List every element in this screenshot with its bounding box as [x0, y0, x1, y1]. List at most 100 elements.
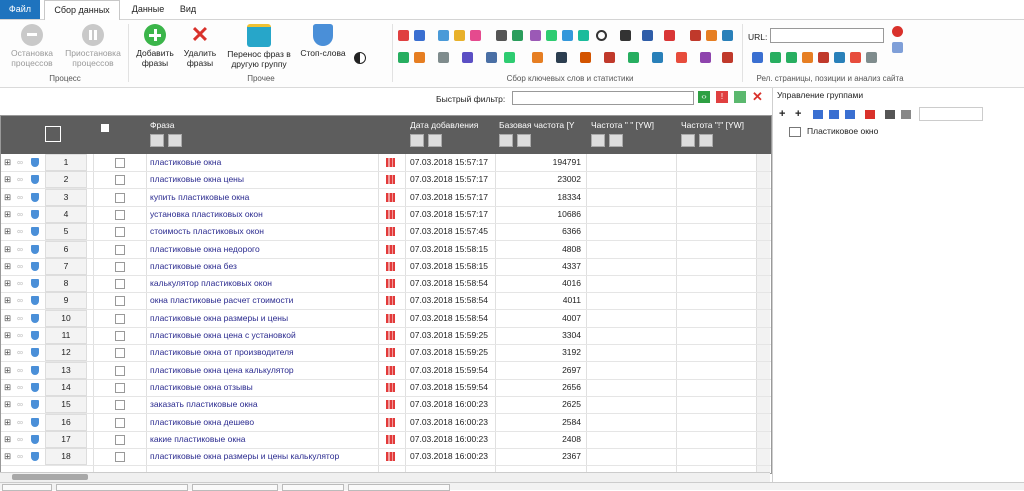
- site-green2-icon[interactable]: [786, 52, 797, 63]
- expand-icon[interactable]: ⊞: [4, 154, 11, 171]
- row-checkbox[interactable]: [115, 331, 125, 341]
- table-row[interactable]: ⊞ ∞ 13 пластиковые окна цена калькулятор 07.…: [1, 361, 771, 380]
- table-row[interactable]: ⊞ ∞ 16 пластиковые окна дешево 07.03.2018 16…: [1, 413, 771, 432]
- phrase-filter-icon[interactable]: [150, 134, 164, 147]
- stop-processes-button[interactable]: Остановка процессов: [4, 24, 60, 68]
- sort-az-icon[interactable]: [813, 110, 823, 119]
- chart-blue-icon[interactable]: [414, 30, 425, 41]
- row-checkbox[interactable]: [115, 382, 125, 393]
- expand-icon[interactable]: ⊞: [4, 275, 11, 292]
- table-row[interactable]: ⊞ ∞ 3 купить пластиковые окна 07.03.2018 15:…: [1, 188, 771, 207]
- expand-icon[interactable]: ⊞: [4, 241, 11, 258]
- row-checkbox[interactable]: [115, 365, 125, 376]
- excl-filter-icon[interactable]: [681, 134, 695, 147]
- table-row[interactable]: ⊞ ∞ 11 пластиковые окна цена с установкой 07…: [1, 327, 771, 345]
- filter-settings-icon[interactable]: [734, 91, 746, 103]
- table-row[interactable]: ⊞ ∞ 10 пластиковые окна размеры и цены 07.03…: [1, 309, 771, 328]
- phrase-cell[interactable]: пластиковые окна без: [150, 258, 375, 275]
- chart-icon[interactable]: [386, 244, 395, 254]
- chart-icon[interactable]: [386, 209, 395, 219]
- phrase-cell[interactable]: пластиковые окна размеры и цены калькуля…: [150, 448, 375, 465]
- expand-icon[interactable]: ⊞: [4, 448, 11, 465]
- table-row[interactable]: ⊞ ∞ 1 пластиковые окна 07.03.2018 15:57:17 19…: [1, 154, 771, 172]
- li-icon[interactable]: [496, 30, 507, 41]
- g-icon[interactable]: [486, 52, 497, 63]
- expand-icon[interactable]: ⊞: [4, 223, 11, 240]
- row-checkbox[interactable]: [115, 279, 125, 290]
- table-row[interactable]: ⊞ ∞ 17 какие пластиковые окна 07.03.2018 16:…: [1, 430, 771, 449]
- green-icon[interactable]: [546, 30, 557, 41]
- leaf-icon[interactable]: [504, 52, 515, 63]
- link-icon[interactable]: ∞: [17, 154, 23, 171]
- link-icon[interactable]: ∞: [17, 275, 23, 292]
- link-icon[interactable]: ∞: [17, 362, 23, 379]
- table-row[interactable]: ⊞ ∞ 7 пластиковые окна без 07.03.2018 15:58:…: [1, 257, 771, 276]
- link-icon[interactable]: ∞: [17, 448, 23, 465]
- chart-icon[interactable]: [386, 227, 395, 237]
- phrase-cell[interactable]: калькулятор пластиковых окон: [150, 275, 375, 292]
- expand-icon[interactable]: ⊞: [4, 431, 11, 448]
- chart-icon[interactable]: [386, 382, 395, 392]
- table-row[interactable]: ⊞ ∞ 4 установка пластиковых окон 07.03.2018 …: [1, 205, 771, 224]
- tree-icon[interactable]: [901, 110, 911, 119]
- phrase-cell[interactable]: какие пластиковые окна: [150, 431, 375, 448]
- row-checkbox[interactable]: [115, 452, 125, 463]
- pie-chart-icon[interactable]: [892, 26, 903, 37]
- link-icon[interactable]: ∞: [17, 171, 23, 188]
- link-icon[interactable]: ∞: [17, 223, 23, 240]
- tab-collect-data[interactable]: Сбор данных: [44, 0, 120, 21]
- transfer-phrases-button[interactable]: Перенос фраз в другую группу: [224, 24, 294, 69]
- link-icon[interactable]: ∞: [17, 414, 23, 431]
- add-subgroup-icon[interactable]: +: [795, 108, 801, 120]
- stopwords-button[interactable]: Стоп-слова: [298, 24, 348, 58]
- header-frequency-excl[interactable]: Частота "!" [YW]: [681, 120, 744, 130]
- phrase-cell[interactable]: установка пластиковых окон: [150, 206, 375, 223]
- warning-filter-icon[interactable]: !: [716, 91, 728, 103]
- row-checkbox[interactable]: [115, 158, 125, 168]
- link-icon[interactable]: ∞: [17, 206, 23, 223]
- list-icon[interactable]: [722, 30, 733, 41]
- link-icon[interactable]: ∞: [17, 292, 23, 309]
- google-icon[interactable]: [454, 30, 465, 41]
- chart-icon[interactable]: [386, 365, 395, 375]
- chart-icon[interactable]: [386, 400, 395, 410]
- red-icon[interactable]: [690, 30, 701, 41]
- header-date[interactable]: Дата добавления: [410, 120, 478, 130]
- phrase-cell[interactable]: пластиковые окна недорого: [150, 241, 375, 258]
- expand-icon[interactable]: ⊞: [4, 344, 11, 361]
- quotes-clear-icon[interactable]: [609, 134, 623, 147]
- red-circle-icon[interactable]: [676, 52, 687, 63]
- date-filter-icon[interactable]: [410, 134, 424, 147]
- sort-za-icon[interactable]: [829, 110, 839, 119]
- chart-icon[interactable]: [386, 348, 395, 358]
- link-icon[interactable]: ∞: [17, 241, 23, 258]
- table-row[interactable]: ⊞ ∞ 8 калькулятор пластиковых окон 07.03.201…: [1, 275, 771, 294]
- chart-icon[interactable]: [398, 30, 409, 41]
- phrase-cell[interactable]: пластиковые окна: [150, 154, 375, 171]
- expand-icon[interactable]: ⊞: [4, 171, 11, 188]
- table-row[interactable]: ⊞ ∞ 9 окна пластиковые расчет стоимости 07.0…: [1, 292, 771, 311]
- expand-icon[interactable]: ⊞: [4, 327, 11, 344]
- green-circle-icon[interactable]: [398, 52, 409, 63]
- site-gray-icon[interactable]: [866, 52, 877, 63]
- contrast-icon[interactable]: [354, 52, 366, 64]
- tab-file[interactable]: Файл: [0, 0, 40, 19]
- phrase-cell[interactable]: пластиковые окна цена калькулятор: [150, 362, 375, 379]
- header-phrase[interactable]: Фраза: [150, 120, 174, 130]
- table-row[interactable]: ⊞ ∞ 18 пластиковые окна размеры и цены каль…: [1, 448, 771, 467]
- table-row[interactable]: ⊞ ∞ 2 пластиковые окна цены 07.03.2018 15:57…: [1, 171, 771, 190]
- phrase-cell[interactable]: окна пластиковые расчет стоимости: [150, 292, 375, 309]
- expand-icon[interactable]: ⊞: [4, 189, 11, 206]
- chart-icon[interactable]: [386, 434, 395, 444]
- delete-group-icon[interactable]: [865, 110, 875, 119]
- table-row[interactable]: ⊞ ∞ 15 заказать пластиковые окна 07.03.2018 …: [1, 396, 771, 415]
- chart-icon[interactable]: [386, 175, 395, 185]
- row-checkbox[interactable]: [115, 296, 125, 307]
- chart-icon[interactable]: [386, 192, 395, 202]
- row-checkbox[interactable]: [115, 244, 125, 255]
- chart-icon[interactable]: [386, 158, 395, 167]
- teal-icon[interactable]: [578, 30, 589, 41]
- phrase-cell[interactable]: пластиковые окна от производителя: [150, 344, 375, 361]
- row-checkbox[interactable]: [115, 175, 125, 186]
- eraser-icon[interactable]: [802, 52, 813, 63]
